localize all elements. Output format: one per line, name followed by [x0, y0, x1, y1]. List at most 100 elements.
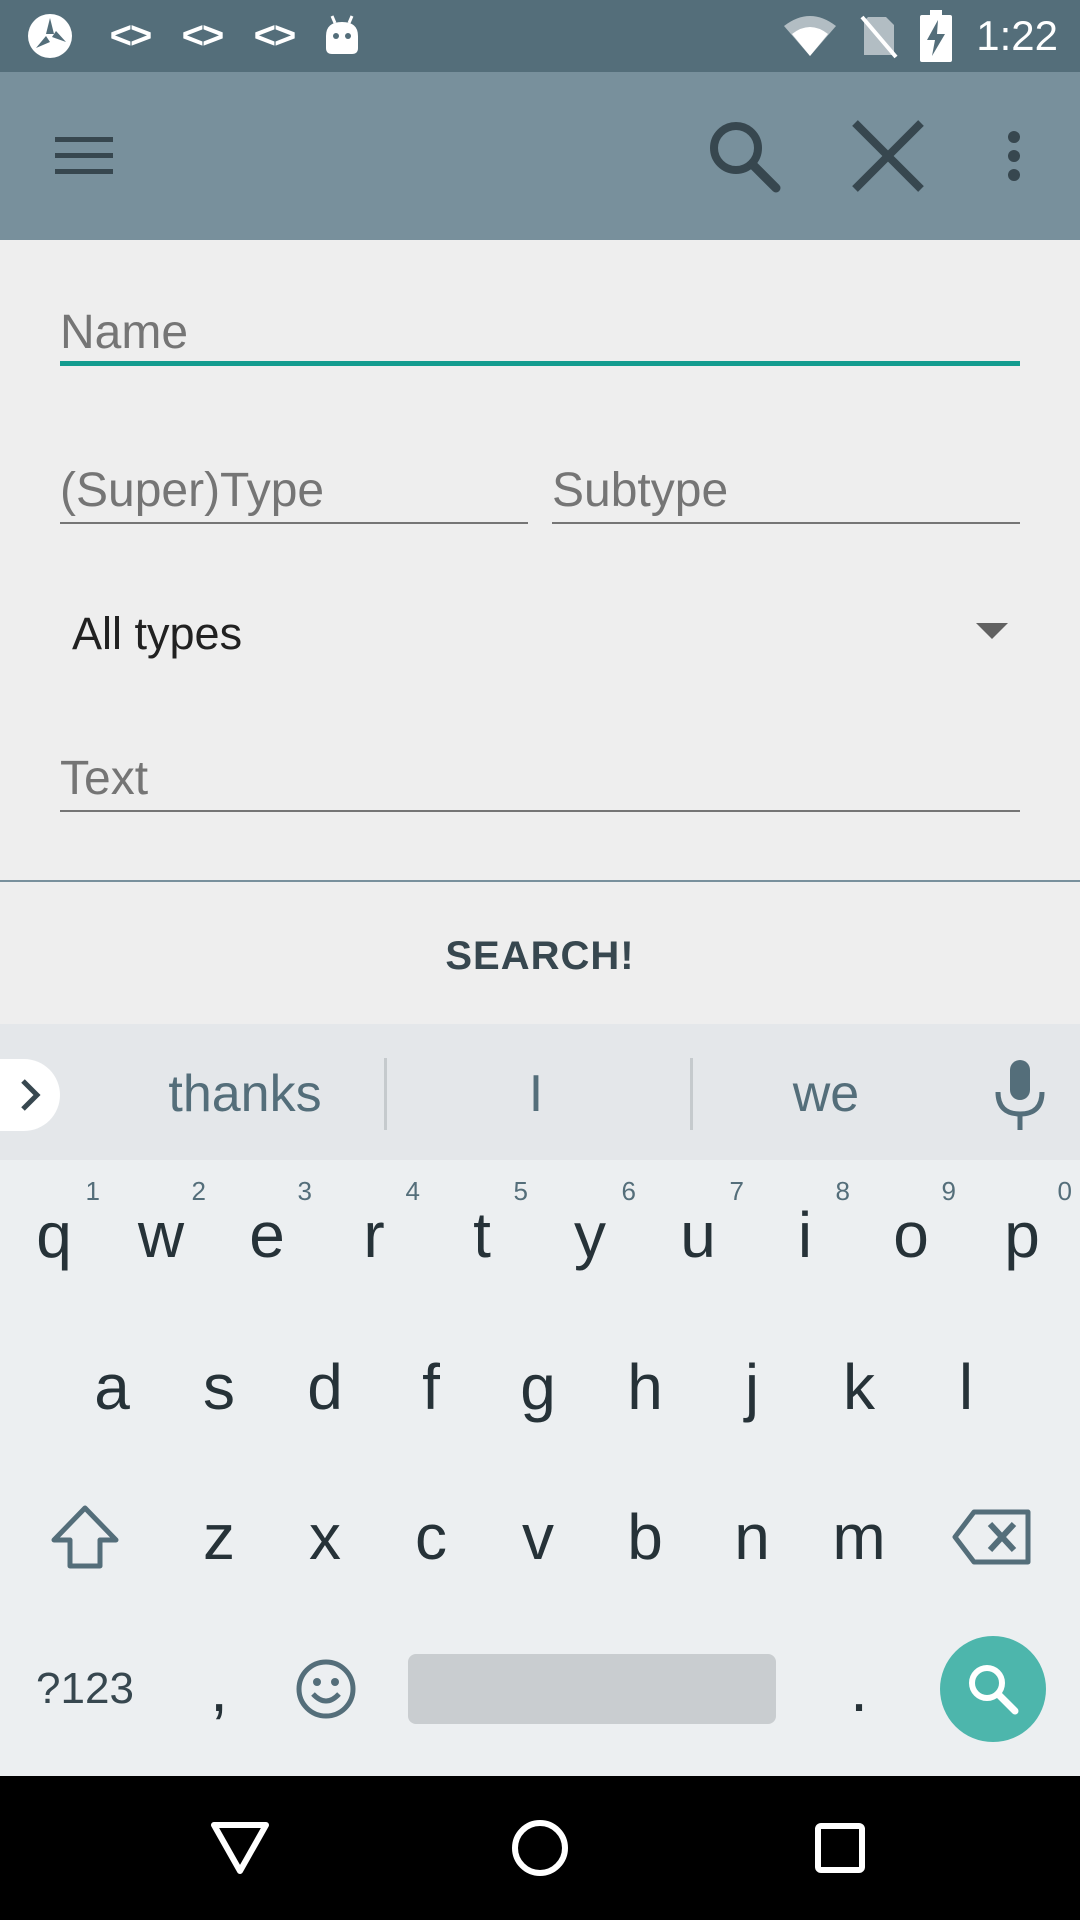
subtype-field[interactable]	[552, 444, 1020, 524]
backspace-icon	[952, 1509, 1031, 1565]
suggestion-2[interactable]: I	[400, 1054, 672, 1134]
key-n[interactable]: n	[698, 1462, 806, 1612]
key-x[interactable]: x	[272, 1462, 378, 1612]
no-sim-icon	[854, 0, 904, 72]
name-underline	[60, 361, 1020, 366]
type-spinner[interactable]: All types	[60, 590, 1020, 680]
space-key[interactable]	[408, 1654, 776, 1724]
key-f[interactable]: f	[378, 1312, 484, 1462]
comma-key[interactable]: ,	[166, 1614, 272, 1764]
more-vert-icon[interactable]	[984, 72, 1044, 240]
name-field[interactable]	[60, 284, 1020, 366]
wifi-icon	[778, 0, 842, 72]
suggestion-1[interactable]: thanks	[90, 1054, 400, 1134]
key-label: p	[1004, 1199, 1040, 1271]
key-e[interactable]: e3	[214, 1160, 320, 1310]
key-hint: 7	[729, 1176, 744, 1206]
key-d[interactable]: d	[272, 1312, 378, 1462]
key-z[interactable]: z	[166, 1462, 272, 1612]
key-hint: 4	[405, 1176, 420, 1206]
key-label: y	[574, 1199, 606, 1271]
keyboard: thanks I we q1 w2 e3 r4 t5 y6 u7 i8 o9 p…	[0, 1024, 1080, 1776]
shift-key[interactable]	[20, 1462, 150, 1612]
key-hint: 9	[941, 1176, 956, 1206]
supertype-input[interactable]	[60, 460, 528, 520]
supertype-underline	[60, 522, 528, 524]
back-icon[interactable]	[160, 1776, 320, 1920]
android-icon	[318, 0, 366, 72]
text-field[interactable]	[60, 732, 1020, 812]
search-key[interactable]	[940, 1636, 1046, 1742]
emoji-icon	[296, 1659, 356, 1719]
app-logo-icon	[20, 0, 80, 72]
key-hint: 0	[1057, 1176, 1072, 1206]
key-i[interactable]: i8	[752, 1160, 858, 1310]
backspace-key[interactable]	[930, 1462, 1054, 1612]
key-hint: 6	[621, 1176, 636, 1206]
key-label: i	[797, 1199, 813, 1271]
recents-icon[interactable]	[760, 1776, 920, 1920]
dropdown-arrow-icon	[976, 623, 1008, 639]
key-hint: 5	[513, 1176, 528, 1206]
status-time: 1:22	[976, 12, 1058, 59]
search-icon[interactable]	[694, 72, 794, 240]
suggestion-3[interactable]: we	[700, 1054, 952, 1134]
key-label: u	[680, 1199, 716, 1271]
suggestion-strip: thanks I we	[0, 1024, 1080, 1160]
key-m[interactable]: m	[806, 1462, 912, 1612]
code-icon: <>	[253, 14, 296, 57]
name-input[interactable]	[60, 302, 1020, 362]
key-g[interactable]: g	[484, 1312, 592, 1462]
symbols-key[interactable]: ?123	[20, 1614, 150, 1764]
period-key[interactable]: .	[806, 1614, 912, 1764]
status-bar: <> <> <> 1:22	[0, 0, 1080, 72]
key-hint: 1	[85, 1176, 100, 1206]
battery-charging-icon	[916, 0, 956, 72]
key-k[interactable]: k	[806, 1312, 912, 1462]
subtype-underline	[552, 522, 1020, 524]
mic-icon[interactable]	[990, 1054, 1050, 1134]
key-j[interactable]: j	[698, 1312, 806, 1462]
key-w[interactable]: w2	[108, 1160, 214, 1310]
chevron-right-icon[interactable]	[0, 1059, 60, 1131]
home-icon[interactable]	[460, 1776, 620, 1920]
key-label: t	[473, 1199, 491, 1271]
key-o[interactable]: o9	[858, 1160, 964, 1310]
menu-icon[interactable]	[34, 72, 134, 240]
supertype-field[interactable]	[60, 444, 528, 524]
key-label: r	[363, 1199, 385, 1271]
suggestion-divider	[690, 1058, 693, 1130]
key-y[interactable]: y6	[536, 1160, 644, 1310]
key-hint: 8	[835, 1176, 850, 1206]
key-hint: 2	[191, 1176, 206, 1206]
key-q[interactable]: q1	[0, 1160, 108, 1310]
key-label: o	[893, 1199, 929, 1271]
key-b[interactable]: b	[592, 1462, 698, 1612]
close-icon[interactable]	[838, 72, 938, 240]
key-label: e	[249, 1199, 285, 1271]
text-input[interactable]	[60, 748, 1020, 808]
text-underline	[60, 810, 1020, 812]
key-r[interactable]: r4	[320, 1160, 428, 1310]
divider	[0, 880, 1080, 882]
emoji-key[interactable]	[272, 1614, 380, 1764]
code-icon: <>	[109, 14, 152, 57]
key-s[interactable]: s	[166, 1312, 272, 1462]
key-u[interactable]: u7	[644, 1160, 752, 1310]
search-button[interactable]: SEARCH!	[0, 890, 1080, 1022]
key-hint: 3	[297, 1176, 312, 1206]
suggestion-divider	[384, 1058, 387, 1130]
shift-icon	[51, 1505, 119, 1569]
key-t[interactable]: t5	[428, 1160, 536, 1310]
key-p[interactable]: p0	[964, 1160, 1080, 1310]
subtype-input[interactable]	[552, 460, 1020, 520]
key-label: w	[137, 1199, 185, 1271]
key-c[interactable]: c	[378, 1462, 484, 1612]
key-v[interactable]: v	[484, 1462, 592, 1612]
key-h[interactable]: h	[592, 1312, 698, 1462]
key-a[interactable]: a	[58, 1312, 166, 1462]
key-label: q	[36, 1199, 72, 1271]
key-l[interactable]: l	[912, 1312, 1020, 1462]
nav-bar	[0, 1776, 1080, 1920]
spinner-value: All types	[72, 608, 243, 659]
